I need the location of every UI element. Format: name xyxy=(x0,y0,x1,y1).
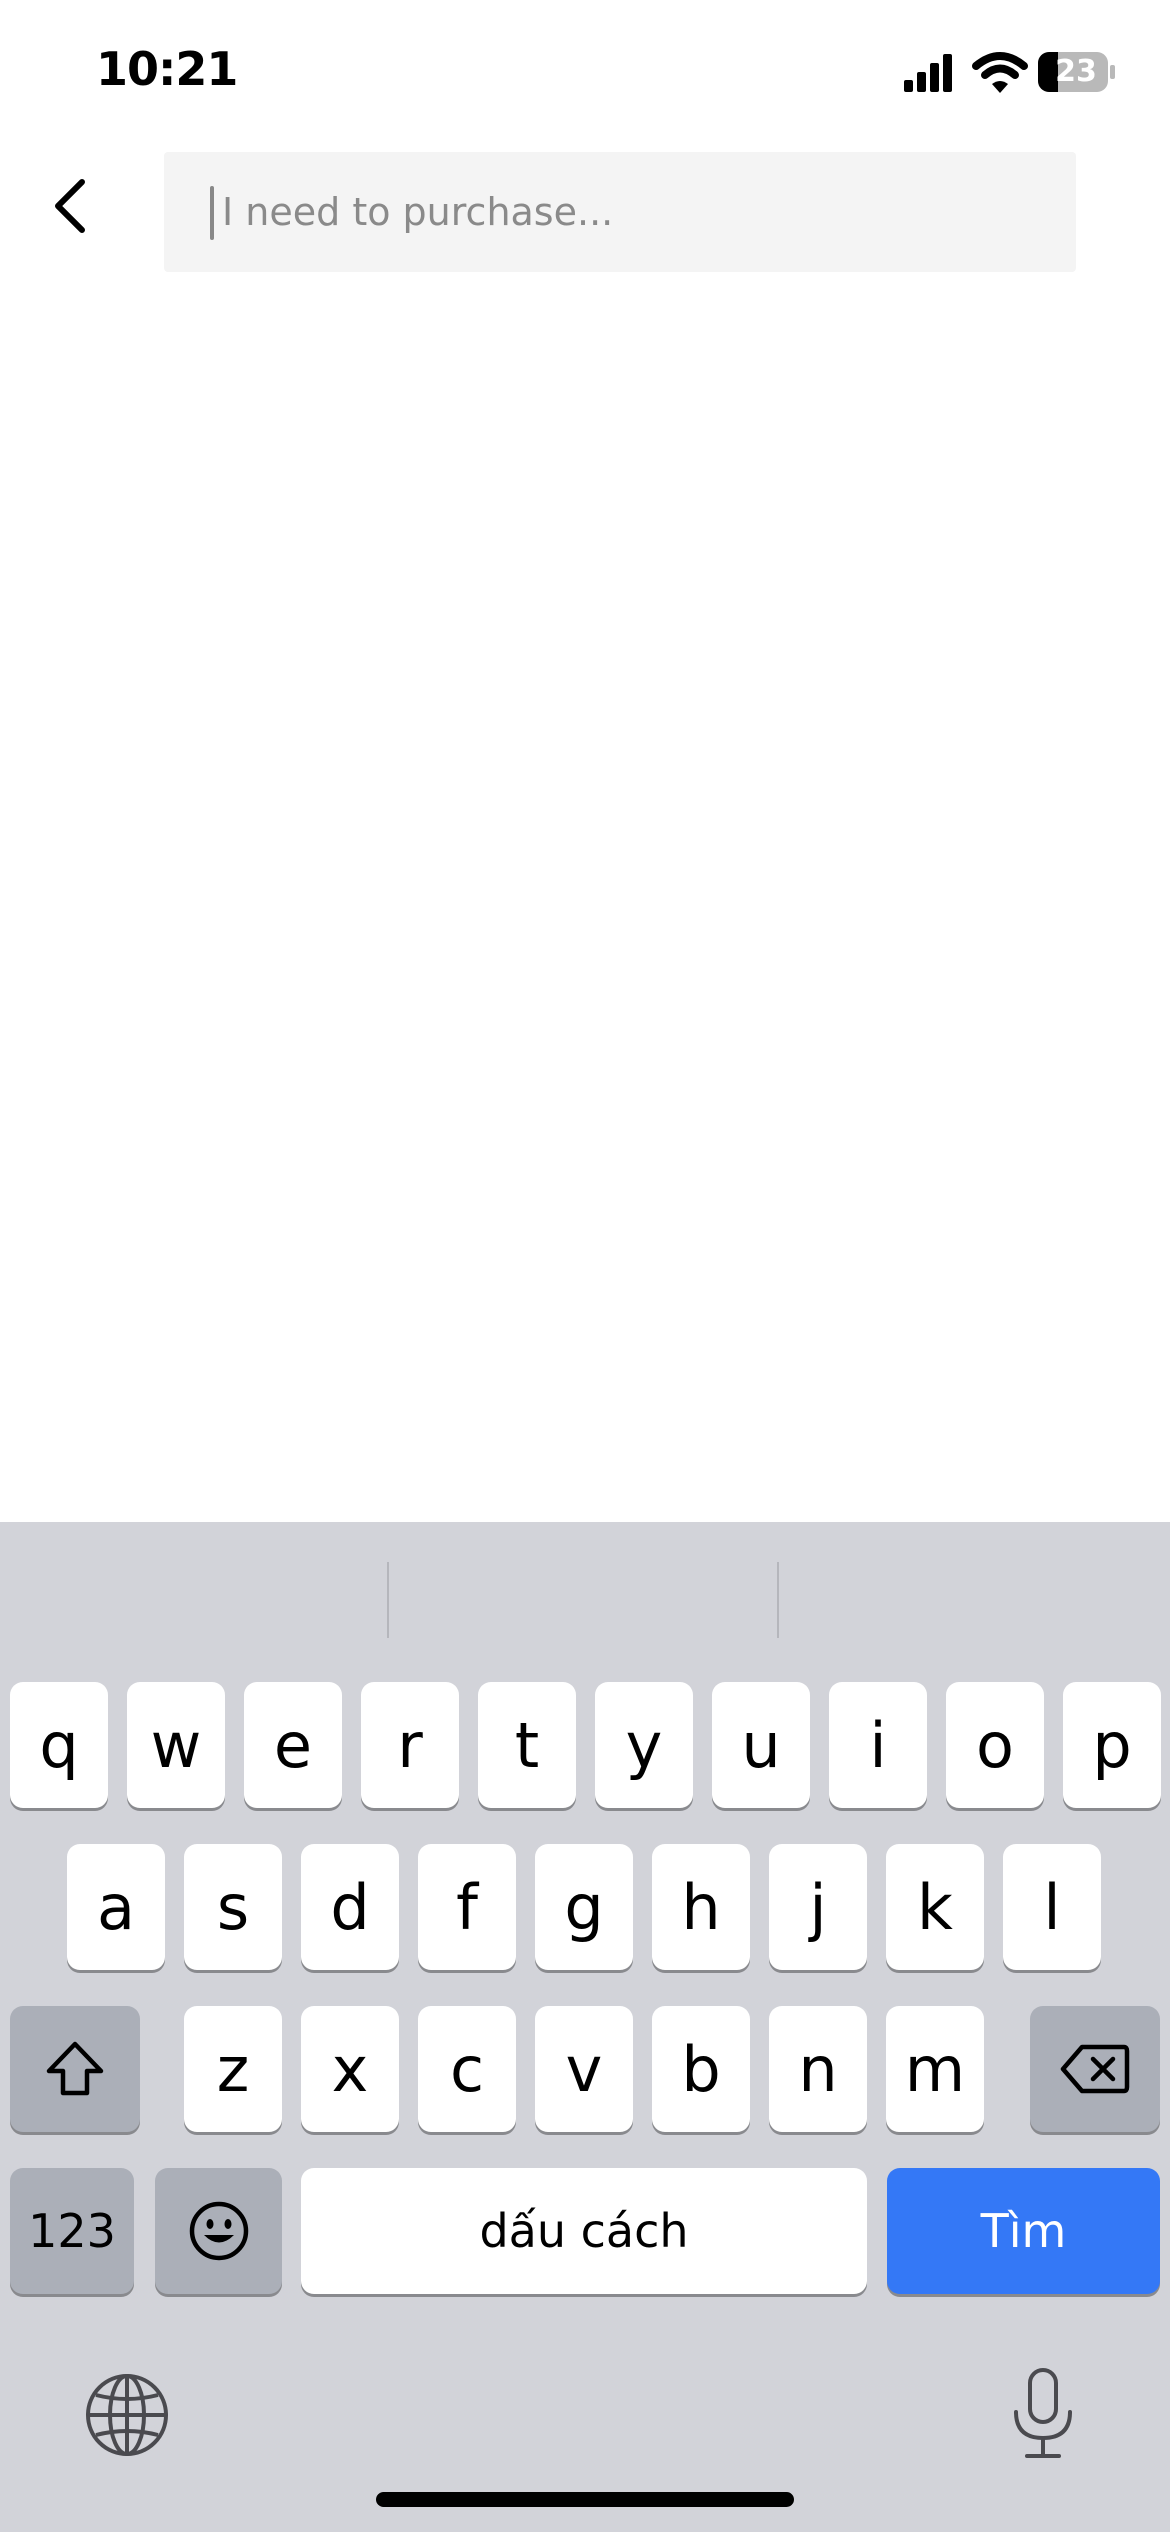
globe-button[interactable] xyxy=(82,2370,172,2460)
backspace-icon xyxy=(1060,2044,1130,2094)
search-input[interactable] xyxy=(218,152,1062,272)
key-x[interactable]: x xyxy=(301,2006,399,2132)
search-field[interactable] xyxy=(164,152,1076,272)
key-i[interactable]: i xyxy=(829,1682,927,1808)
battery-icon: 23 xyxy=(1038,52,1116,92)
key-f[interactable]: f xyxy=(418,1844,516,1970)
emoji-icon xyxy=(189,2201,248,2261)
globe-icon xyxy=(86,2374,168,2456)
key-g[interactable]: g xyxy=(535,1844,633,1970)
signal-icon xyxy=(904,54,954,92)
key-r[interactable]: r xyxy=(361,1682,459,1808)
suggestion-divider xyxy=(777,1562,779,1638)
key-b[interactable]: b xyxy=(652,2006,750,2132)
chevron-left-icon xyxy=(55,179,85,233)
back-button[interactable] xyxy=(30,166,110,246)
key-v[interactable]: v xyxy=(535,2006,633,2132)
key-w[interactable]: w xyxy=(127,1682,225,1808)
key-y[interactable]: y xyxy=(595,1682,693,1808)
key-k[interactable]: k xyxy=(886,1844,984,1970)
shift-key[interactable] xyxy=(10,2006,140,2132)
key-t[interactable]: t xyxy=(478,1682,576,1808)
battery-level: 23 xyxy=(1055,54,1097,89)
emoji-key[interactable] xyxy=(155,2168,282,2294)
key-l[interactable]: l xyxy=(1003,1844,1101,1970)
keyboard: q w e r t y u i o p a s d f g h j k l z … xyxy=(0,1522,1170,2532)
suggestion-divider xyxy=(387,1562,389,1638)
key-m[interactable]: m xyxy=(886,2006,984,2132)
key-c[interactable]: c xyxy=(418,2006,516,2132)
home-indicator xyxy=(376,2492,794,2507)
key-h[interactable]: h xyxy=(652,1844,750,1970)
key-n[interactable]: n xyxy=(769,2006,867,2132)
key-s[interactable]: s xyxy=(184,1844,282,1970)
key-d[interactable]: d xyxy=(301,1844,399,1970)
space-key[interactable]: dấu cách xyxy=(301,2168,867,2294)
shift-icon xyxy=(46,2041,104,2096)
key-u[interactable]: u xyxy=(712,1682,810,1808)
key-p[interactable]: p xyxy=(1063,1682,1161,1808)
key-z[interactable]: z xyxy=(184,2006,282,2132)
key-j[interactable]: j xyxy=(769,1844,867,1970)
wifi-icon xyxy=(972,52,1028,94)
numbers-key[interactable]: 123 xyxy=(10,2168,134,2294)
text-caret xyxy=(210,186,214,240)
key-e[interactable]: e xyxy=(244,1682,342,1808)
microphone-button[interactable] xyxy=(1008,2366,1078,2462)
microphone-icon xyxy=(1014,2368,1072,2458)
search-key[interactable]: Tìm xyxy=(887,2168,1160,2294)
key-a[interactable]: a xyxy=(67,1844,165,1970)
key-o[interactable]: o xyxy=(946,1682,1044,1808)
backspace-key[interactable] xyxy=(1030,2006,1160,2132)
key-q[interactable]: q xyxy=(10,1682,108,1808)
status-time: 10:21 xyxy=(96,42,238,96)
